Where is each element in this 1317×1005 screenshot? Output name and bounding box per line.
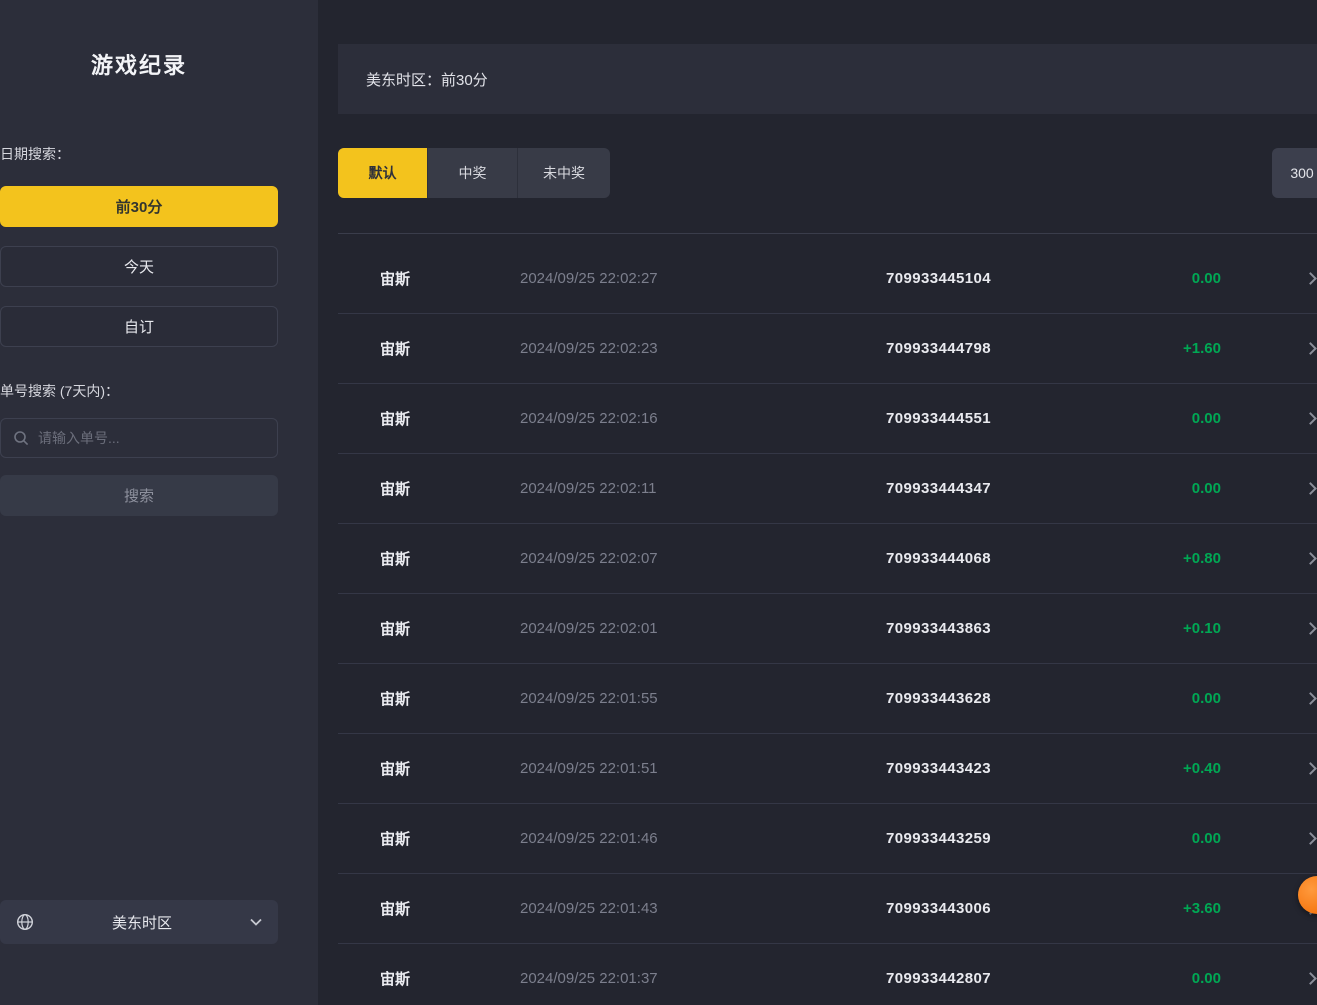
order-number: 709933443628 bbox=[800, 690, 1077, 707]
chevron-right-icon bbox=[1306, 274, 1315, 283]
game-name: 宙斯 bbox=[380, 618, 520, 639]
page-size-value: 300 bbox=[1290, 165, 1313, 181]
game-name: 宙斯 bbox=[380, 268, 520, 289]
search-icon bbox=[13, 430, 29, 446]
order-number: 709933443423 bbox=[800, 760, 1077, 777]
chevron-right-icon bbox=[1306, 834, 1315, 843]
record-row[interactable]: 宙斯 2024/09/25 22:01:55 709933443628 0.00 bbox=[338, 664, 1317, 734]
game-name: 宙斯 bbox=[380, 688, 520, 709]
game-name: 宙斯 bbox=[380, 898, 520, 919]
sidebar: 游戏纪录 日期搜索： 前30分 今天 自订 单号搜索 (7天内)： 搜索 bbox=[0, 0, 318, 1005]
record-amount: 0.00 bbox=[1077, 690, 1257, 707]
order-search-label: 单号搜索 (7天内)： bbox=[0, 381, 278, 401]
chevron-right-icon bbox=[1306, 694, 1315, 703]
main-content: 美东时区：前30分 默认 中奖 未中奖 300 宙斯 2024/09/25 22… bbox=[318, 0, 1317, 1005]
page-size-select[interactable]: 300 bbox=[1272, 148, 1317, 198]
game-name: 宙斯 bbox=[380, 338, 520, 359]
header-bar: 美东时区：前30分 bbox=[338, 44, 1317, 114]
record-time: 2024/09/25 22:01:46 bbox=[520, 830, 800, 847]
record-amount: +3.60 bbox=[1077, 900, 1257, 917]
globe-icon bbox=[16, 913, 34, 931]
timezone-selector[interactable]: 美东时区 bbox=[0, 900, 278, 944]
order-number: 709933443863 bbox=[800, 620, 1077, 637]
order-number: 709933445104 bbox=[800, 270, 1077, 287]
game-name: 宙斯 bbox=[380, 968, 520, 989]
record-time: 2024/09/25 22:01:51 bbox=[520, 760, 800, 777]
timezone-label: 美东时区 bbox=[34, 912, 250, 933]
records-table: 宙斯 2024/09/25 22:02:27 709933445104 0.00… bbox=[338, 233, 1317, 1005]
record-time: 2024/09/25 22:02:11 bbox=[520, 480, 800, 497]
record-amount: 0.00 bbox=[1077, 270, 1257, 287]
chevron-right-icon bbox=[1306, 764, 1315, 773]
record-time: 2024/09/25 22:02:07 bbox=[520, 550, 800, 567]
order-number: 709933444798 bbox=[800, 340, 1077, 357]
record-row[interactable]: 宙斯 2024/09/25 22:01:51 709933443423 +0.4… bbox=[338, 734, 1317, 804]
game-name: 宙斯 bbox=[380, 478, 520, 499]
record-time: 2024/09/25 22:02:01 bbox=[520, 620, 800, 637]
record-amount: 0.00 bbox=[1077, 480, 1257, 497]
date-filter-today-button[interactable]: 今天 bbox=[0, 246, 278, 287]
tab-no-win[interactable]: 未中奖 bbox=[518, 148, 610, 198]
order-number: 709933442807 bbox=[800, 970, 1077, 987]
chevron-down-icon bbox=[250, 918, 262, 926]
record-amount: 0.00 bbox=[1077, 410, 1257, 427]
page-title: 游戏纪录 bbox=[0, 0, 278, 80]
record-amount: +0.80 bbox=[1077, 550, 1257, 567]
date-search-label: 日期搜索： bbox=[0, 144, 278, 164]
record-row[interactable]: 宙斯 2024/09/25 22:01:37 709933442807 0.00 bbox=[338, 944, 1317, 1005]
date-filter-custom-button[interactable]: 自订 bbox=[0, 306, 278, 347]
record-row[interactable]: 宙斯 2024/09/25 22:01:46 709933443259 0.00 bbox=[338, 804, 1317, 874]
record-time: 2024/09/25 22:02:16 bbox=[520, 410, 800, 427]
date-filter-last30min-button[interactable]: 前30分 bbox=[0, 186, 278, 227]
order-number: 709933444347 bbox=[800, 480, 1077, 497]
search-button[interactable]: 搜索 bbox=[0, 475, 278, 516]
game-name: 宙斯 bbox=[380, 548, 520, 569]
record-row[interactable]: 宙斯 2024/09/25 22:02:11 709933444347 0.00 bbox=[338, 454, 1317, 524]
record-row[interactable]: 宙斯 2024/09/25 22:02:23 709933444798 +1.6… bbox=[338, 314, 1317, 384]
filter-tabs: 默认 中奖 未中奖 bbox=[338, 148, 610, 198]
order-number: 709933444068 bbox=[800, 550, 1077, 567]
record-amount: +0.40 bbox=[1077, 760, 1257, 777]
record-time: 2024/09/25 22:02:27 bbox=[520, 270, 800, 287]
order-search-box bbox=[0, 418, 278, 458]
record-time: 2024/09/25 22:01:43 bbox=[520, 900, 800, 917]
chevron-right-icon bbox=[1306, 414, 1315, 423]
record-row[interactable]: 宙斯 2024/09/25 22:02:01 709933443863 +0.1… bbox=[338, 594, 1317, 664]
game-name: 宙斯 bbox=[380, 408, 520, 429]
record-row[interactable]: 宙斯 2024/09/25 22:02:27 709933445104 0.00 bbox=[338, 244, 1317, 314]
record-row[interactable]: 宙斯 2024/09/25 22:02:07 709933444068 +0.8… bbox=[338, 524, 1317, 594]
record-time: 2024/09/25 22:01:55 bbox=[520, 690, 800, 707]
record-amount: 0.00 bbox=[1077, 970, 1257, 987]
game-name: 宙斯 bbox=[380, 828, 520, 849]
tab-default[interactable]: 默认 bbox=[338, 148, 428, 198]
record-row[interactable]: 宙斯 2024/09/25 22:01:43 709933443006 +3.6… bbox=[338, 874, 1317, 944]
chevron-right-icon bbox=[1306, 554, 1315, 563]
chevron-right-icon bbox=[1306, 484, 1315, 493]
record-amount: +1.60 bbox=[1077, 340, 1257, 357]
record-amount: +0.10 bbox=[1077, 620, 1257, 637]
record-time: 2024/09/25 22:02:23 bbox=[520, 340, 800, 357]
chevron-right-icon bbox=[1306, 974, 1315, 983]
header-title: 美东时区：前30分 bbox=[366, 69, 488, 90]
chevron-right-icon bbox=[1306, 624, 1315, 633]
order-number: 709933443006 bbox=[800, 900, 1077, 917]
order-number: 709933443259 bbox=[800, 830, 1077, 847]
record-row[interactable]: 宙斯 2024/09/25 22:02:16 709933444551 0.00 bbox=[338, 384, 1317, 454]
chevron-right-icon bbox=[1306, 344, 1315, 353]
record-time: 2024/09/25 22:01:37 bbox=[520, 970, 800, 987]
order-number: 709933444551 bbox=[800, 410, 1077, 427]
game-name: 宙斯 bbox=[380, 758, 520, 779]
tab-win[interactable]: 中奖 bbox=[428, 148, 518, 198]
record-amount: 0.00 bbox=[1077, 830, 1257, 847]
order-search-input[interactable] bbox=[38, 430, 265, 446]
